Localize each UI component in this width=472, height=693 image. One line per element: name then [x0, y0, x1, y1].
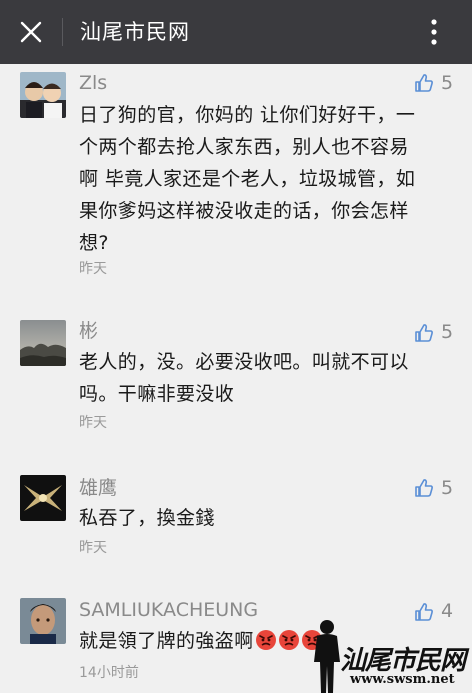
comment-line: 果你爹妈这样被没收走的话，你会怎样	[79, 200, 409, 222]
page-title: 汕尾市民网	[80, 20, 190, 44]
avatar[interactable]	[20, 320, 66, 366]
more-vertical-icon[interactable]	[424, 14, 444, 50]
comment-text: 日了狗的官，你妈的 让你们好好干，一 个两个都去抢人家东西，别人也不容易 啊 毕…	[79, 99, 451, 259]
comment-line: 想?	[79, 232, 109, 254]
comment-line: 日了狗的官，你妈的 让你们好好干，一	[79, 104, 416, 126]
thumbs-up-icon[interactable]	[414, 323, 434, 343]
comment-text: 老人的，没。必要没收吧。叫就不可以 吗。干嘛非要没收	[79, 346, 451, 410]
comment-time: 昨天	[79, 261, 107, 277]
comment-line: 就是領了牌的強盗啊	[79, 630, 254, 652]
avatar[interactable]	[20, 598, 66, 644]
like-count: 5	[441, 477, 454, 499]
thumbs-up-icon[interactable]	[414, 478, 434, 498]
comment-line: 老人的，没。必要没收吧。叫就不可以	[79, 351, 409, 373]
comment-time: 昨天	[79, 415, 107, 431]
comment-line: 吗。干嘛非要没收	[79, 383, 235, 405]
comment-author[interactable]: 雄鹰	[79, 476, 117, 500]
top-bar: 汕尾市民网	[0, 0, 472, 64]
comment-author[interactable]: SAMLIUKACHEUNG	[79, 598, 258, 622]
like-count: 5	[441, 321, 454, 343]
comment-line: 个两个都去抢人家东西，别人也不容易	[79, 136, 409, 158]
avatar[interactable]	[20, 475, 66, 521]
comment-time: 昨天	[79, 540, 107, 556]
angry-face-icon	[278, 630, 299, 650]
comment-line: 啊 毕竟人家还是个老人，垃圾城管，如	[79, 168, 416, 190]
comment-time: 14小时前	[79, 665, 139, 681]
comment-author[interactable]: Zls	[79, 71, 107, 95]
comment-text: 私吞了，換金錢	[79, 502, 451, 534]
header-divider	[62, 18, 63, 46]
thumbs-up-icon[interactable]	[414, 73, 434, 93]
comment-author[interactable]: 彬	[79, 319, 98, 343]
angry-face-icon	[255, 630, 276, 650]
close-icon[interactable]	[20, 21, 42, 43]
watermark-url: www.swsm.net	[350, 672, 455, 687]
comment-line: 私吞了，換金錢	[79, 507, 215, 529]
comment-feed[interactable]: Zls 5 日了狗的官，你妈的 让你们好好干，一 个两个都去抢人家东西，别人也不…	[0, 64, 472, 693]
like-count: 5	[441, 72, 454, 94]
avatar[interactable]	[20, 72, 66, 118]
